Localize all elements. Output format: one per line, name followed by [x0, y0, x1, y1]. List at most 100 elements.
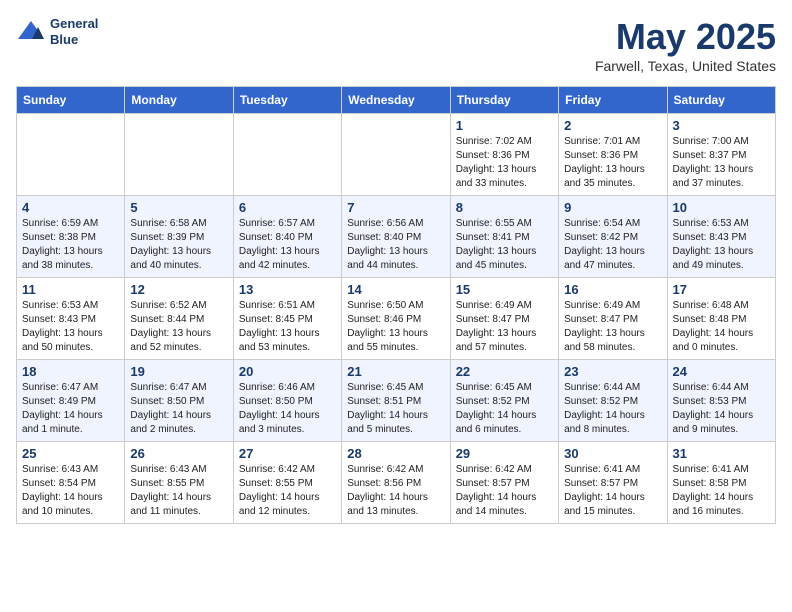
day-info: Sunrise: 6:54 AM Sunset: 8:42 PM Dayligh… — [564, 217, 661, 273]
day-number: 6 — [239, 200, 336, 215]
day-info: Sunrise: 6:45 AM Sunset: 8:52 PM Dayligh… — [456, 381, 553, 437]
calendar-cell: 21 Sunrise: 6:45 AM Sunset: 8:51 PM Dayli… — [342, 360, 450, 442]
calendar-cell: 9 Sunrise: 6:54 AM Sunset: 8:42 PM Daylig… — [559, 196, 667, 278]
weekday-header: Thursday — [450, 87, 558, 114]
day-number: 12 — [130, 282, 227, 297]
day-number: 17 — [673, 282, 770, 297]
calendar-table: SundayMondayTuesdayWednesdayThursdayFrid… — [16, 86, 776, 524]
day-number: 21 — [347, 364, 444, 379]
calendar-cell: 2 Sunrise: 7:01 AM Sunset: 8:36 PM Daylig… — [559, 114, 667, 196]
day-info: Sunrise: 6:46 AM Sunset: 8:50 PM Dayligh… — [239, 381, 336, 437]
logo-icon — [16, 17, 46, 47]
day-number: 13 — [239, 282, 336, 297]
day-number: 31 — [673, 446, 770, 461]
day-number: 4 — [22, 200, 119, 215]
calendar-week-row: 4 Sunrise: 6:59 AM Sunset: 8:38 PM Daylig… — [17, 196, 776, 278]
day-info: Sunrise: 6:49 AM Sunset: 8:47 PM Dayligh… — [564, 299, 661, 355]
day-number: 24 — [673, 364, 770, 379]
calendar-week-row: 11 Sunrise: 6:53 AM Sunset: 8:43 PM Dayli… — [17, 278, 776, 360]
day-info: Sunrise: 6:51 AM Sunset: 8:45 PM Dayligh… — [239, 299, 336, 355]
calendar-cell: 28Sunrise: 6:42 AM Sunset: 8:56 PM Dayli… — [342, 442, 450, 524]
day-info: Sunrise: 6:56 AM Sunset: 8:40 PM Dayligh… — [347, 217, 444, 273]
calendar-cell: 23 Sunrise: 6:44 AM Sunset: 8:52 PM Dayli… — [559, 360, 667, 442]
calendar-cell: 25Sunrise: 6:43 AM Sunset: 8:54 PM Dayli… — [17, 442, 125, 524]
calendar-cell — [125, 114, 233, 196]
day-number: 27 — [239, 446, 336, 461]
day-info: Sunrise: 6:42 AM Sunset: 8:57 PM Dayligh… — [456, 463, 553, 519]
day-info: Sunrise: 6:42 AM Sunset: 8:55 PM Dayligh… — [239, 463, 336, 519]
calendar-cell: 8 Sunrise: 6:55 AM Sunset: 8:41 PM Daylig… — [450, 196, 558, 278]
page-header: General Blue May 2025 Farwell, Texas, Un… — [16, 16, 776, 74]
day-number: 5 — [130, 200, 227, 215]
logo-line1: General — [50, 16, 98, 32]
day-info: Sunrise: 6:43 AM Sunset: 8:55 PM Dayligh… — [130, 463, 227, 519]
day-number: 2 — [564, 118, 661, 133]
day-number: 16 — [564, 282, 661, 297]
calendar-cell: 5 Sunrise: 6:58 AM Sunset: 8:39 PM Daylig… — [125, 196, 233, 278]
calendar-week-row: 1Sunrise: 7:02 AM Sunset: 8:36 PM Daylig… — [17, 114, 776, 196]
day-info: Sunrise: 6:50 AM Sunset: 8:46 PM Dayligh… — [347, 299, 444, 355]
day-info: Sunrise: 6:55 AM Sunset: 8:41 PM Dayligh… — [456, 217, 553, 273]
day-number: 25 — [22, 446, 119, 461]
day-info: Sunrise: 7:00 AM Sunset: 8:37 PM Dayligh… — [673, 135, 770, 191]
day-info: Sunrise: 6:53 AM Sunset: 8:43 PM Dayligh… — [22, 299, 119, 355]
calendar-cell: 13 Sunrise: 6:51 AM Sunset: 8:45 PM Dayli… — [233, 278, 341, 360]
calendar-cell: 26 Sunrise: 6:43 AM Sunset: 8:55 PM Dayli… — [125, 442, 233, 524]
day-number: 8 — [456, 200, 553, 215]
calendar-cell: 18Sunrise: 6:47 AM Sunset: 8:49 PM Dayli… — [17, 360, 125, 442]
calendar-cell: 24 Sunrise: 6:44 AM Sunset: 8:53 PM Dayli… — [667, 360, 775, 442]
day-info: Sunrise: 6:44 AM Sunset: 8:52 PM Dayligh… — [564, 381, 661, 437]
day-info: Sunrise: 6:59 AM Sunset: 8:38 PM Dayligh… — [22, 217, 119, 273]
day-info: Sunrise: 6:57 AM Sunset: 8:40 PM Dayligh… — [239, 217, 336, 273]
calendar-cell: 22 Sunrise: 6:45 AM Sunset: 8:52 PM Dayli… — [450, 360, 558, 442]
day-number: 22 — [456, 364, 553, 379]
calendar-cell — [233, 114, 341, 196]
calendar-cell: 15 Sunrise: 6:49 AM Sunset: 8:47 PM Dayli… — [450, 278, 558, 360]
day-info: Sunrise: 6:45 AM Sunset: 8:51 PM Dayligh… — [347, 381, 444, 437]
day-number: 30 — [564, 446, 661, 461]
calendar-cell: 10 Sunrise: 6:53 AM Sunset: 8:43 PM Dayli… — [667, 196, 775, 278]
calendar-cell: 29 Sunrise: 6:42 AM Sunset: 8:57 PM Dayli… — [450, 442, 558, 524]
calendar-cell: 3 Sunrise: 7:00 AM Sunset: 8:37 PM Daylig… — [667, 114, 775, 196]
calendar-cell: 1Sunrise: 7:02 AM Sunset: 8:36 PM Daylig… — [450, 114, 558, 196]
day-number: 9 — [564, 200, 661, 215]
logo-line2: Blue — [50, 32, 98, 48]
day-number: 15 — [456, 282, 553, 297]
location: Farwell, Texas, United States — [595, 58, 776, 74]
day-info: Sunrise: 6:52 AM Sunset: 8:44 PM Dayligh… — [130, 299, 227, 355]
calendar-cell: 16 Sunrise: 6:49 AM Sunset: 8:47 PM Dayli… — [559, 278, 667, 360]
day-info: Sunrise: 6:44 AM Sunset: 8:53 PM Dayligh… — [673, 381, 770, 437]
day-number: 1 — [456, 118, 553, 133]
calendar-cell: 11 Sunrise: 6:53 AM Sunset: 8:43 PM Dayli… — [17, 278, 125, 360]
weekday-header: Sunday — [17, 87, 125, 114]
day-info: Sunrise: 6:58 AM Sunset: 8:39 PM Dayligh… — [130, 217, 227, 273]
weekday-header: Wednesday — [342, 87, 450, 114]
day-number: 10 — [673, 200, 770, 215]
day-number: 26 — [130, 446, 227, 461]
weekday-header: Friday — [559, 87, 667, 114]
day-number: 23 — [564, 364, 661, 379]
title-block: May 2025 Farwell, Texas, United States — [595, 16, 776, 74]
day-info: Sunrise: 6:47 AM Sunset: 8:50 PM Dayligh… — [130, 381, 227, 437]
calendar-cell: 12 Sunrise: 6:52 AM Sunset: 8:44 PM Dayli… — [125, 278, 233, 360]
calendar-week-row: 18Sunrise: 6:47 AM Sunset: 8:49 PM Dayli… — [17, 360, 776, 442]
calendar-cell: 31Sunrise: 6:41 AM Sunset: 8:58 PM Dayli… — [667, 442, 775, 524]
calendar-cell: 30Sunrise: 6:41 AM Sunset: 8:57 PM Dayli… — [559, 442, 667, 524]
day-info: Sunrise: 7:01 AM Sunset: 8:36 PM Dayligh… — [564, 135, 661, 191]
month-title: May 2025 — [595, 16, 776, 58]
day-number: 11 — [22, 282, 119, 297]
calendar-cell: 7 Sunrise: 6:56 AM Sunset: 8:40 PM Daylig… — [342, 196, 450, 278]
day-info: Sunrise: 6:49 AM Sunset: 8:47 PM Dayligh… — [456, 299, 553, 355]
calendar-cell — [17, 114, 125, 196]
day-number: 3 — [673, 118, 770, 133]
day-number: 7 — [347, 200, 444, 215]
weekday-header-row: SundayMondayTuesdayWednesdayThursdayFrid… — [17, 87, 776, 114]
calendar-cell: 19 Sunrise: 6:47 AM Sunset: 8:50 PM Dayli… — [125, 360, 233, 442]
day-number: 19 — [130, 364, 227, 379]
day-number: 14 — [347, 282, 444, 297]
weekday-header: Saturday — [667, 87, 775, 114]
calendar-cell — [342, 114, 450, 196]
day-info: Sunrise: 6:42 AM Sunset: 8:56 PM Dayligh… — [347, 463, 444, 519]
day-info: Sunrise: 6:53 AM Sunset: 8:43 PM Dayligh… — [673, 217, 770, 273]
day-number: 29 — [456, 446, 553, 461]
